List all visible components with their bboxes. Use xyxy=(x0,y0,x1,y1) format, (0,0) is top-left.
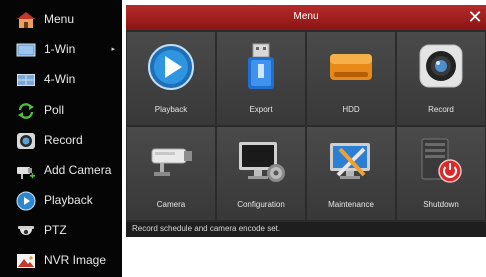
configuration-icon xyxy=(239,142,285,182)
tile-label: Maintenance xyxy=(328,200,374,209)
tile-configuration[interactable]: Configuration xyxy=(217,127,305,220)
shutdown-icon xyxy=(421,138,462,183)
menu-item-poll[interactable]: Poll xyxy=(0,96,122,126)
hard-drive-icon xyxy=(330,54,372,80)
menu-item-ptz[interactable]: PTZ xyxy=(0,216,122,246)
tile-label: Shutdown xyxy=(423,200,459,209)
tile-label: Configuration xyxy=(237,200,285,209)
usb-drive-icon xyxy=(248,43,274,89)
status-text: Record schedule and camera encode set. xyxy=(132,224,281,233)
playback-icon xyxy=(16,191,36,211)
menu-item-label: Add Camera xyxy=(44,163,112,177)
tile-hdd[interactable]: HDD xyxy=(307,32,395,125)
image-icon xyxy=(16,251,36,271)
menu-item-label: 4-Win xyxy=(44,72,76,86)
tile-playback[interactable]: Playback xyxy=(127,32,215,125)
menu-item-label: Poll xyxy=(44,103,65,117)
menu-item-record[interactable]: Record xyxy=(0,126,122,156)
menu-item-label: 1-Win xyxy=(44,42,76,56)
single-window-icon xyxy=(16,40,36,60)
camera-icon xyxy=(151,148,192,176)
context-menu: Menu 1-Win ▸ 4-Win Poll Record Add Camer… xyxy=(0,0,122,277)
quad-window-icon xyxy=(16,70,36,90)
menu-item-nvr-image[interactable]: NVR Image xyxy=(0,246,122,276)
tile-shutdown[interactable]: Shutdown xyxy=(397,127,485,220)
tile-label: HDD xyxy=(342,105,360,114)
add-camera-icon xyxy=(16,161,36,181)
menu-item-playback[interactable]: Playback xyxy=(0,186,122,216)
tile-label: Camera xyxy=(156,200,186,209)
tile-export[interactable]: Export xyxy=(217,32,305,125)
close-icon[interactable]: ✕ xyxy=(466,5,484,29)
submenu-arrow-icon: ▸ xyxy=(111,46,115,53)
dialog-title: Menu xyxy=(293,11,319,22)
menu-item-1-win[interactable]: 1-Win ▸ xyxy=(0,35,122,65)
status-bar: Record schedule and camera encode set. xyxy=(126,222,486,237)
cycle-arrows-icon xyxy=(16,101,36,121)
main-menu-dialog: Menu ✕ Playback Export HDD Record Camera… xyxy=(126,5,486,237)
tile-label: Export xyxy=(249,105,273,114)
tile-camera[interactable]: Camera xyxy=(127,127,215,220)
record-icon xyxy=(419,44,463,88)
playback-icon xyxy=(148,44,194,90)
menu-item-label: PTZ xyxy=(44,223,67,237)
menu-item-label: Menu xyxy=(44,12,75,26)
tile-label: Record xyxy=(428,105,454,114)
ptz-icon xyxy=(16,221,36,241)
menu-item-label: NVR Image xyxy=(44,253,107,267)
menu-tile-grid: Playback Export HDD Record Camera Config… xyxy=(127,32,485,222)
dialog-titlebar: Menu ✕ xyxy=(126,5,486,30)
tile-maintenance[interactable]: Maintenance xyxy=(307,127,395,220)
menu-item-label: Playback xyxy=(44,193,93,207)
menu-item-add-camera[interactable]: Add Camera xyxy=(0,156,122,186)
record-icon xyxy=(16,131,36,151)
menu-item-menu[interactable]: Menu xyxy=(0,5,122,35)
menu-item-4-win[interactable]: 4-Win xyxy=(0,65,122,95)
menu-item-label: Record xyxy=(44,133,83,147)
home-icon xyxy=(16,10,36,30)
tile-record[interactable]: Record xyxy=(397,32,485,125)
maintenance-icon xyxy=(330,143,370,179)
tile-label: Playback xyxy=(154,105,188,114)
